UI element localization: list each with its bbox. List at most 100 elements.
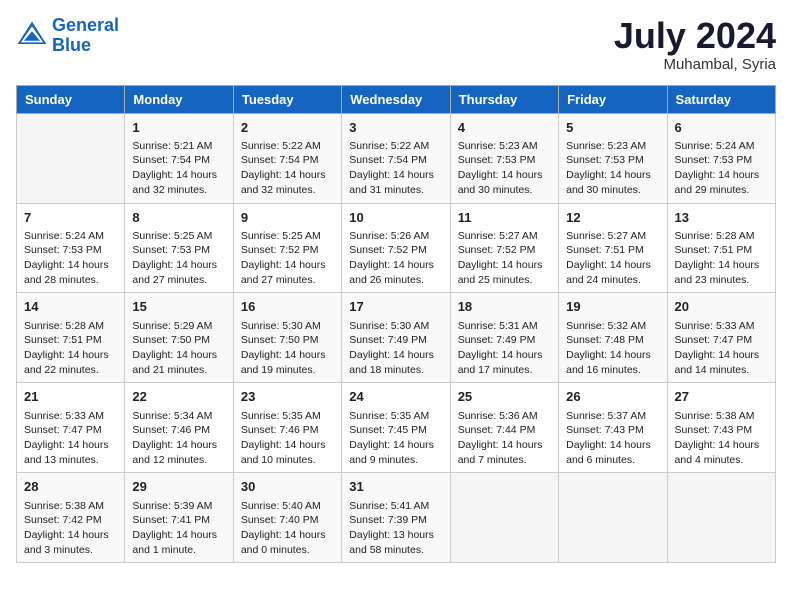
day-info: Sunrise: 5:26 AM Sunset: 7:52 PM Dayligh… (349, 229, 442, 288)
day-number: 21 (24, 388, 117, 406)
day-number: 19 (566, 298, 659, 316)
day-info: Sunrise: 5:28 AM Sunset: 7:51 PM Dayligh… (675, 229, 768, 288)
calendar-cell: 20 Sunrise: 5:33 AM Sunset: 7:47 PM Dayli… (667, 293, 775, 383)
day-info: Sunrise: 5:33 AM Sunset: 7:47 PM Dayligh… (24, 409, 117, 468)
column-header-tuesday: Tuesday (233, 85, 341, 113)
column-header-friday: Friday (559, 85, 667, 113)
column-header-thursday: Thursday (450, 85, 558, 113)
calendar-cell: 12Sunrise: 5:27 AM Sunset: 7:51 PM Dayli… (559, 203, 667, 293)
day-number: 29 (132, 478, 225, 496)
calendar-cell: 23 Sunrise: 5:35 AM Sunset: 7:46 PM Dayli… (233, 383, 341, 473)
calendar-cell: 7Sunrise: 5:24 AM Sunset: 7:53 PM Daylig… (17, 203, 125, 293)
calendar-cell: 1Sunrise: 5:21 AM Sunset: 7:54 PM Daylig… (125, 113, 233, 203)
day-number: 22 (132, 388, 225, 406)
day-number: 30 (241, 478, 334, 496)
calendar-table: SundayMondayTuesdayWednesdayThursdayFrid… (16, 85, 776, 564)
page-header: General Blue July 2024 Muhambal, Syria (16, 16, 776, 73)
day-number: 24 (349, 388, 442, 406)
calendar-cell: 27Sunrise: 5:38 AM Sunset: 7:43 PM Dayli… (667, 383, 775, 473)
day-info: Sunrise: 5:31 AM Sunset: 7:49 PM Dayligh… (458, 319, 551, 378)
calendar-cell: 29 Sunrise: 5:39 AM Sunset: 7:41 PM Dayli… (125, 473, 233, 563)
calendar-cell: 4 Sunrise: 5:23 AM Sunset: 7:53 PM Daylig… (450, 113, 558, 203)
column-header-wednesday: Wednesday (342, 85, 450, 113)
title-block: July 2024 Muhambal, Syria (614, 16, 776, 73)
day-number: 2 (241, 119, 334, 137)
day-info: Sunrise: 5:22 AM Sunset: 7:54 PM Dayligh… (349, 139, 442, 198)
day-number: 14 (24, 298, 117, 316)
day-info: Sunrise: 5:30 AM Sunset: 7:50 PM Dayligh… (241, 319, 334, 378)
calendar-cell: 10 Sunrise: 5:26 AM Sunset: 7:52 PM Dayli… (342, 203, 450, 293)
day-number: 20 (675, 298, 768, 316)
day-number: 28 (24, 478, 117, 496)
day-info: Sunrise: 5:29 AM Sunset: 7:50 PM Dayligh… (132, 319, 225, 378)
day-number: 17 (349, 298, 442, 316)
day-info: Sunrise: 5:25 AM Sunset: 7:52 PM Dayligh… (241, 229, 334, 288)
calendar-cell: 31 Sunrise: 5:41 AM Sunset: 7:39 PM Dayli… (342, 473, 450, 563)
day-number: 3 (349, 119, 442, 137)
day-number: 5 (566, 119, 659, 137)
location-subtitle: Muhambal, Syria (614, 56, 776, 73)
calendar-cell: 9 Sunrise: 5:25 AM Sunset: 7:52 PM Daylig… (233, 203, 341, 293)
day-number: 31 (349, 478, 442, 496)
calendar-cell: 6Sunrise: 5:24 AM Sunset: 7:53 PM Daylig… (667, 113, 775, 203)
calendar-cell: 17 Sunrise: 5:30 AM Sunset: 7:49 PM Dayli… (342, 293, 450, 383)
calendar-cell: 28Sunrise: 5:38 AM Sunset: 7:42 PM Dayli… (17, 473, 125, 563)
day-number: 8 (132, 209, 225, 227)
calendar-cell: 30Sunrise: 5:40 AM Sunset: 7:40 PM Dayli… (233, 473, 341, 563)
column-header-saturday: Saturday (667, 85, 775, 113)
logo-general: General (52, 15, 119, 35)
month-title: July 2024 (614, 16, 776, 56)
day-number: 16 (241, 298, 334, 316)
day-info: Sunrise: 5:28 AM Sunset: 7:51 PM Dayligh… (24, 319, 117, 378)
day-number: 12 (566, 209, 659, 227)
day-number: 9 (241, 209, 334, 227)
day-info: Sunrise: 5:23 AM Sunset: 7:53 PM Dayligh… (566, 139, 659, 198)
day-info: Sunrise: 5:23 AM Sunset: 7:53 PM Dayligh… (458, 139, 551, 198)
logo-blue: Blue (52, 35, 91, 55)
calendar-cell (17, 113, 125, 203)
day-info: Sunrise: 5:30 AM Sunset: 7:49 PM Dayligh… (349, 319, 442, 378)
calendar-cell: 24 Sunrise: 5:35 AM Sunset: 7:45 PM Dayli… (342, 383, 450, 473)
calendar-week-4: 21 Sunrise: 5:33 AM Sunset: 7:47 PM Dayli… (17, 383, 776, 473)
calendar-cell: 13 Sunrise: 5:28 AM Sunset: 7:51 PM Dayli… (667, 203, 775, 293)
day-info: Sunrise: 5:39 AM Sunset: 7:41 PM Dayligh… (132, 499, 225, 558)
calendar-cell: 18 Sunrise: 5:31 AM Sunset: 7:49 PM Dayli… (450, 293, 558, 383)
calendar-cell: 21 Sunrise: 5:33 AM Sunset: 7:47 PM Dayli… (17, 383, 125, 473)
calendar-cell (450, 473, 558, 563)
calendar-cell: 16 Sunrise: 5:30 AM Sunset: 7:50 PM Dayli… (233, 293, 341, 383)
calendar-week-1: 1Sunrise: 5:21 AM Sunset: 7:54 PM Daylig… (17, 113, 776, 203)
calendar-week-3: 14 Sunrise: 5:28 AM Sunset: 7:51 PM Dayli… (17, 293, 776, 383)
day-number: 25 (458, 388, 551, 406)
calendar-cell: 22 Sunrise: 5:34 AM Sunset: 7:46 PM Dayli… (125, 383, 233, 473)
day-info: Sunrise: 5:24 AM Sunset: 7:53 PM Dayligh… (675, 139, 768, 198)
day-info: Sunrise: 5:34 AM Sunset: 7:46 PM Dayligh… (132, 409, 225, 468)
calendar-header-row: SundayMondayTuesdayWednesdayThursdayFrid… (17, 85, 776, 113)
day-number: 13 (675, 209, 768, 227)
calendar-cell: 2Sunrise: 5:22 AM Sunset: 7:54 PM Daylig… (233, 113, 341, 203)
day-number: 26 (566, 388, 659, 406)
day-number: 10 (349, 209, 442, 227)
calendar-cell: 5 Sunrise: 5:23 AM Sunset: 7:53 PM Daylig… (559, 113, 667, 203)
calendar-cell: 25 Sunrise: 5:36 AM Sunset: 7:44 PM Dayli… (450, 383, 558, 473)
day-number: 11 (458, 209, 551, 227)
day-number: 23 (241, 388, 334, 406)
day-info: Sunrise: 5:35 AM Sunset: 7:46 PM Dayligh… (241, 409, 334, 468)
calendar-cell: 14 Sunrise: 5:28 AM Sunset: 7:51 PM Dayli… (17, 293, 125, 383)
day-info: Sunrise: 5:33 AM Sunset: 7:47 PM Dayligh… (675, 319, 768, 378)
calendar-week-5: 28Sunrise: 5:38 AM Sunset: 7:42 PM Dayli… (17, 473, 776, 563)
column-header-sunday: Sunday (17, 85, 125, 113)
day-info: Sunrise: 5:36 AM Sunset: 7:44 PM Dayligh… (458, 409, 551, 468)
day-info: Sunrise: 5:38 AM Sunset: 7:43 PM Dayligh… (675, 409, 768, 468)
calendar-cell: 15Sunrise: 5:29 AM Sunset: 7:50 PM Dayli… (125, 293, 233, 383)
day-info: Sunrise: 5:41 AM Sunset: 7:39 PM Dayligh… (349, 499, 442, 558)
calendar-cell: 11Sunrise: 5:27 AM Sunset: 7:52 PM Dayli… (450, 203, 558, 293)
day-info: Sunrise: 5:24 AM Sunset: 7:53 PM Dayligh… (24, 229, 117, 288)
calendar-cell: 26Sunrise: 5:37 AM Sunset: 7:43 PM Dayli… (559, 383, 667, 473)
day-info: Sunrise: 5:35 AM Sunset: 7:45 PM Dayligh… (349, 409, 442, 468)
day-number: 18 (458, 298, 551, 316)
calendar-cell: 3 Sunrise: 5:22 AM Sunset: 7:54 PM Daylig… (342, 113, 450, 203)
logo: General Blue (16, 16, 119, 56)
day-number: 4 (458, 119, 551, 137)
day-info: Sunrise: 5:21 AM Sunset: 7:54 PM Dayligh… (132, 139, 225, 198)
calendar-cell: 8Sunrise: 5:25 AM Sunset: 7:53 PM Daylig… (125, 203, 233, 293)
